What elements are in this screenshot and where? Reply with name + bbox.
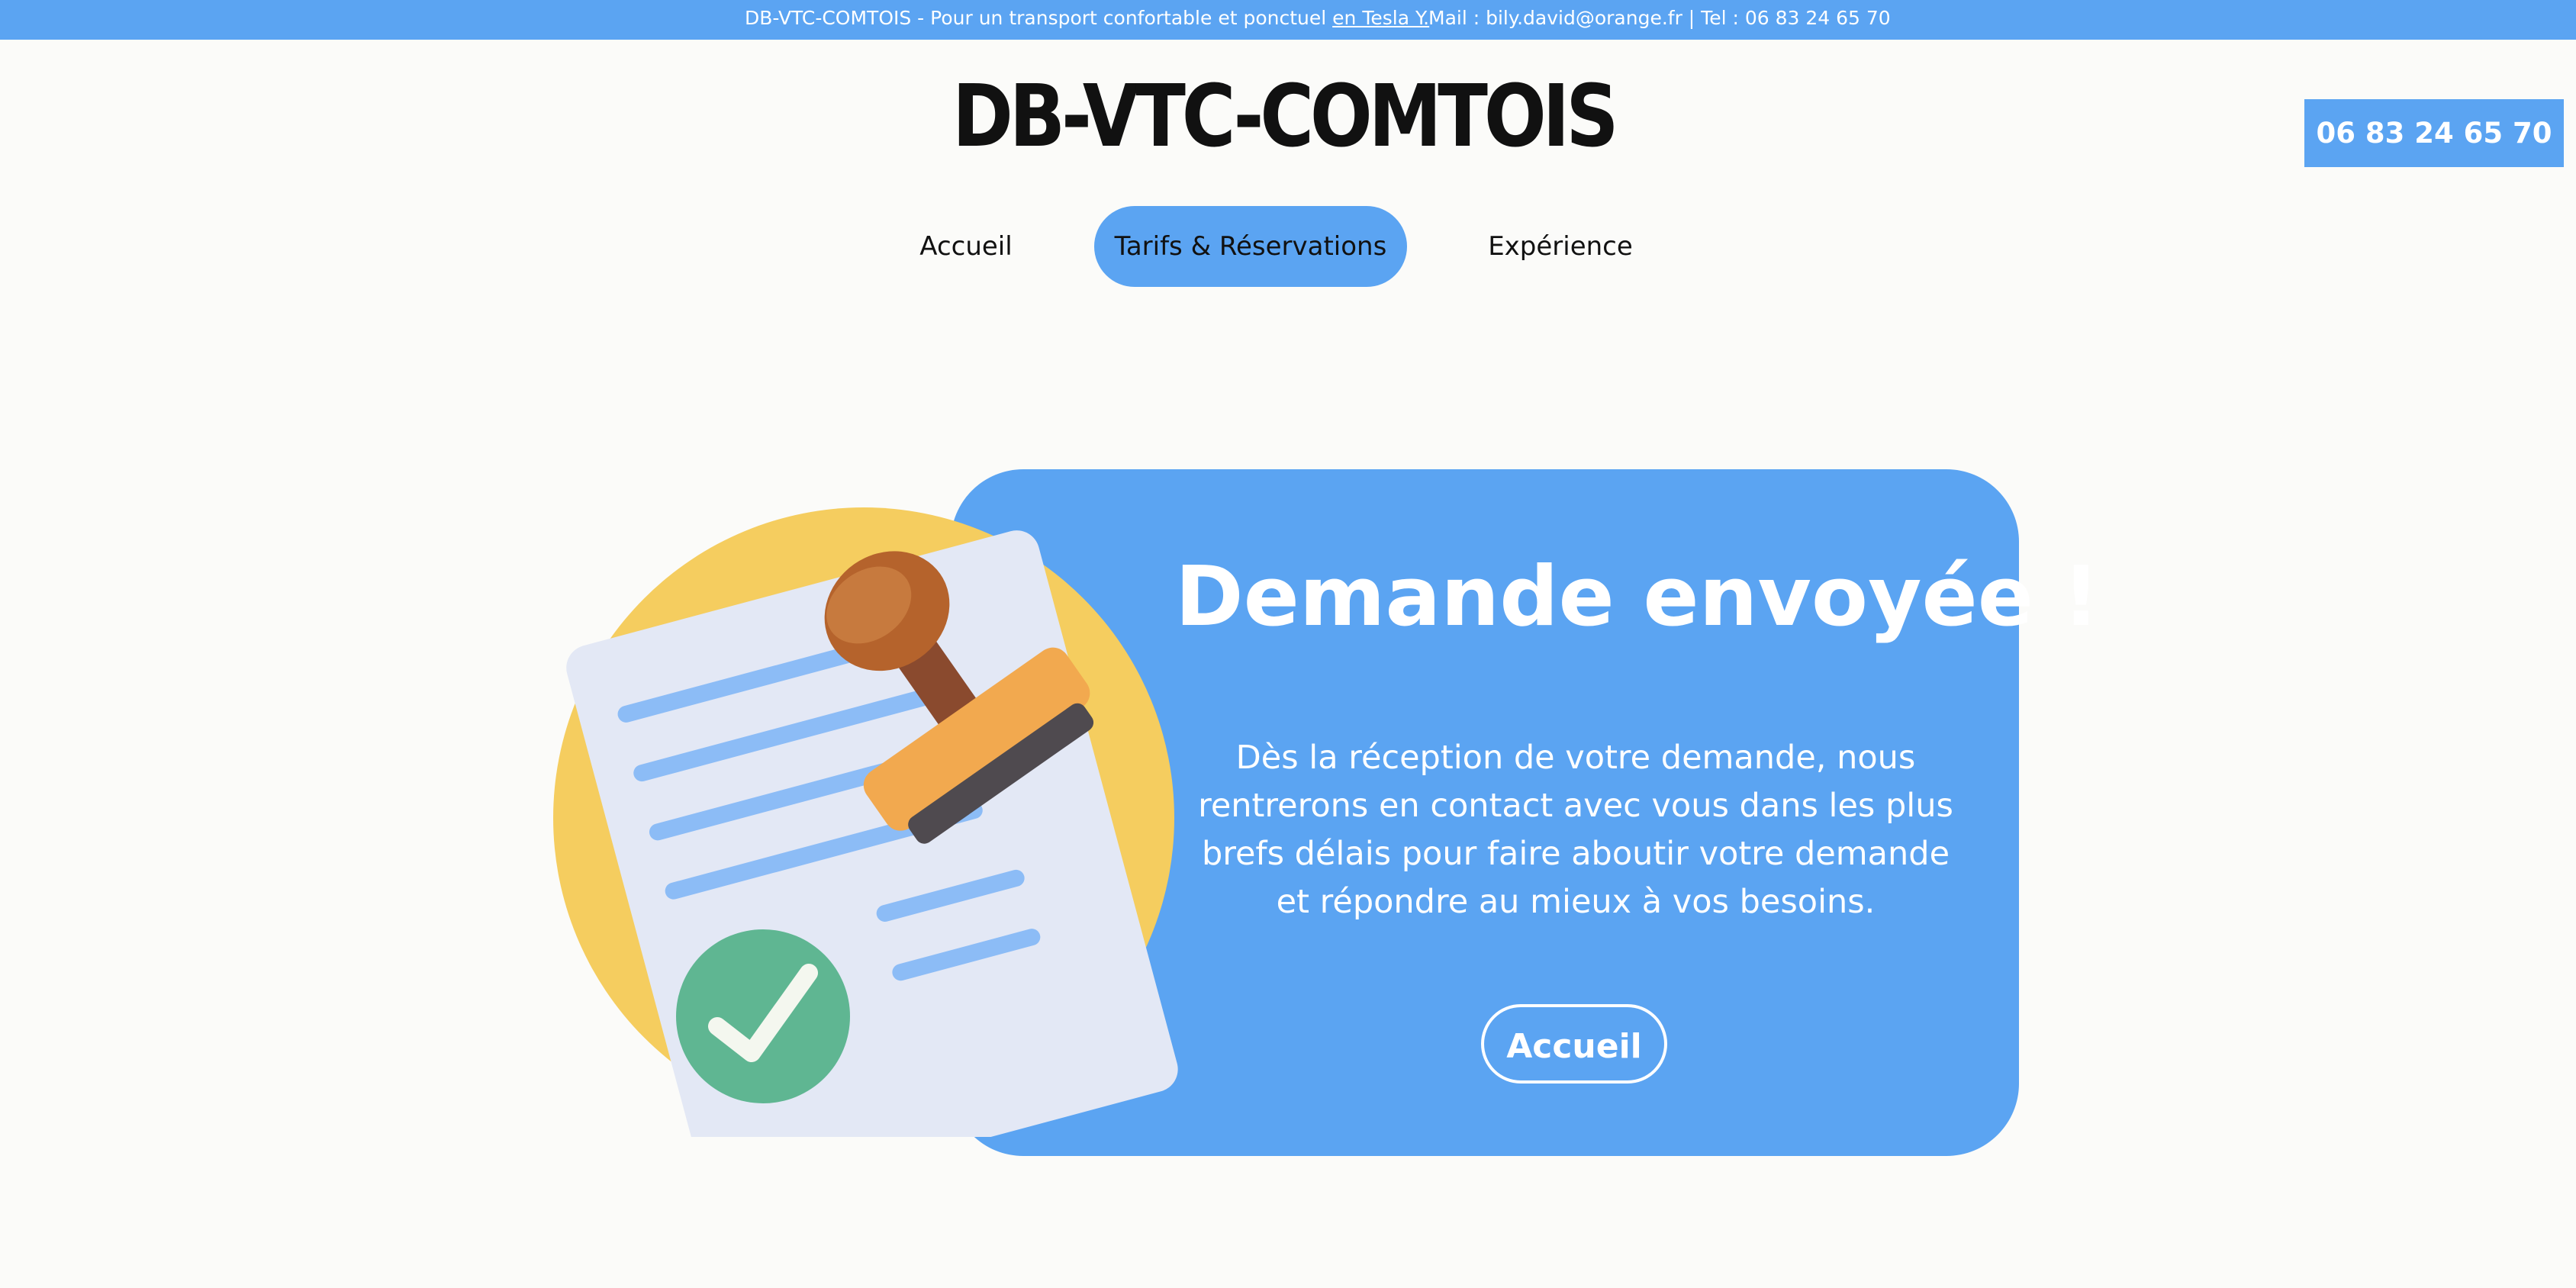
nav-item-accueil[interactable]: Accueil — [900, 206, 1032, 287]
top-announcement-bar: DB-VTC-COMTOIS - Pour un transport confo… — [0, 0, 2576, 40]
document-stamp-approved-icon — [553, 507, 1178, 1137]
home-button[interactable]: Accueil — [1481, 1004, 1667, 1084]
contact-info: Mail : bily.david@orange.fr | Tel : 06 8… — [1428, 7, 1891, 29]
nav-item-tarifs-reservations[interactable]: Tarifs & Réservations — [1094, 206, 1407, 287]
phone-button[interactable]: 06 83 24 65 70 — [2304, 99, 2564, 167]
confirmation-message: Dès la réception de votre demande, nous … — [1198, 739, 1953, 921]
nav-item-experience[interactable]: Expérience — [1473, 206, 1648, 287]
check-badge-icon — [676, 929, 850, 1103]
promo-text: DB-VTC-COMTOIS - Pour un transport confo… — [745, 7, 1430, 29]
tesla-link[interactable]: en Tesla Y. — [1332, 7, 1429, 29]
confirmation-title: Demande envoyée ! — [1175, 549, 2100, 645]
site-logo[interactable]: DB-VTC-COMTOIS — [952, 67, 1619, 166]
